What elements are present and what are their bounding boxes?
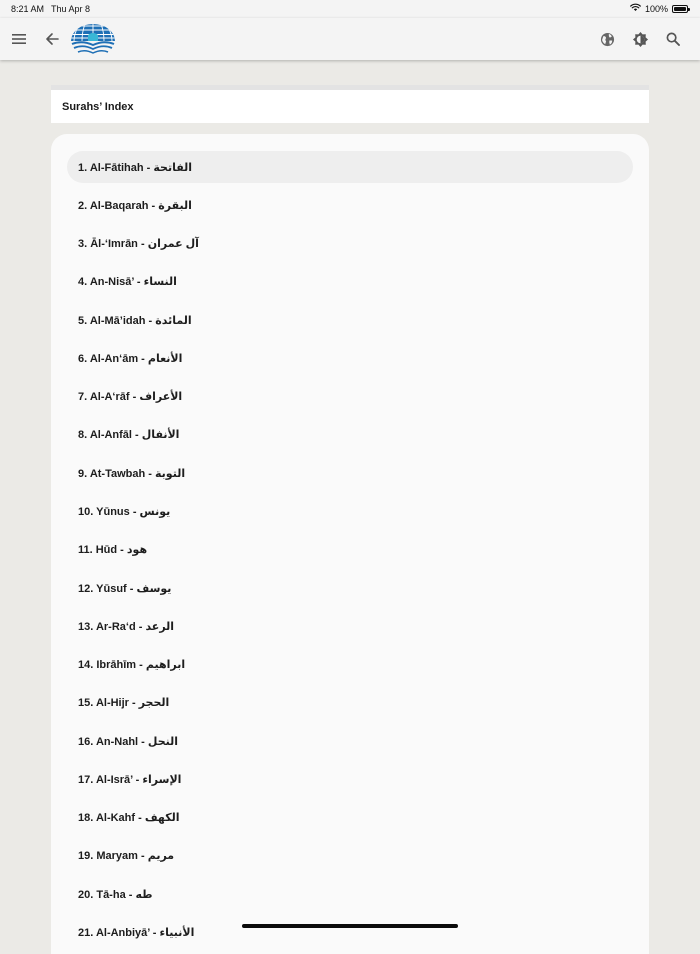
surah-list-item[interactable]: 2. Al-Baqarah - البقرة xyxy=(67,189,633,221)
home-indicator[interactable] xyxy=(242,924,458,928)
globe-icon[interactable] xyxy=(596,28,618,50)
surah-list: 1. Al-Fātihah - الفاتحة 2. Al-Baqarah - ا… xyxy=(51,134,649,954)
surah-index-card: Surahs’ Index xyxy=(51,85,649,123)
status-bar: 8:21 AM Thu Apr 8 100% xyxy=(0,0,700,18)
wifi-icon xyxy=(630,3,641,14)
surah-list-item[interactable]: 3. Āl-‘Imrān - آل عمران xyxy=(67,228,633,260)
surah-list-item[interactable]: 12. Yūsuf - يوسف xyxy=(67,572,633,604)
surah-list-item[interactable]: 4. An-Nisā’ - النساء xyxy=(67,266,633,298)
surah-list-item[interactable]: 11. Hūd - هود xyxy=(67,534,633,566)
battery-percent: 100% xyxy=(644,3,668,14)
surah-list-item[interactable]: 18. Al-Kahf - الكهف xyxy=(67,802,633,834)
surah-list-item[interactable]: 8. Al-Anfāl - الأنفال xyxy=(67,419,633,451)
surah-list-item[interactable]: 20. Tā-ha - طه xyxy=(67,878,633,910)
brightness-icon[interactable] xyxy=(629,28,651,50)
surah-list-item[interactable]: 15. Al-Hijr - الحجر xyxy=(67,687,633,719)
surah-list-item[interactable]: 5. Al-Mā’idah - المائدة xyxy=(67,304,633,336)
status-time: 8:21 AM xyxy=(11,4,45,14)
status-date: Thu Apr 8 xyxy=(51,4,91,14)
surah-list-item[interactable]: 16. An-Nahl - النحل xyxy=(67,725,633,757)
surah-list-item[interactable]: 14. Ibrāhīm - ابراهيم xyxy=(67,649,633,681)
surah-list-item[interactable]: 10. Yūnus - يونس xyxy=(67,495,633,527)
surah-index-title: Surahs’ Index xyxy=(62,101,134,113)
surah-list-item[interactable]: 21. Al-Anbiyā’ - الأنبياء xyxy=(67,916,633,948)
menu-icon[interactable] xyxy=(8,28,30,50)
surah-list-item[interactable]: 6. Al-An‘ām - الأنعام xyxy=(67,342,633,374)
surah-list-item[interactable]: 9. At-Tawbah - التوبة xyxy=(67,457,633,489)
app-logo xyxy=(68,21,118,59)
back-arrow-icon[interactable] xyxy=(41,28,63,50)
surah-list-item[interactable]: 19. Maryam - مريم xyxy=(67,840,633,872)
surah-list-item[interactable]: 1. Al-Fātihah - الفاتحة xyxy=(67,151,633,183)
app-bar xyxy=(0,18,700,60)
surah-list-item[interactable]: 17. Al-Isrā’ - الإسراء xyxy=(67,763,633,795)
surah-list-item[interactable]: 7. Al-A‘rāf - الأعراف xyxy=(67,381,633,413)
battery-icon xyxy=(672,4,690,13)
status-right: 100% xyxy=(630,3,690,14)
surah-list-item[interactable]: 13. Ar-Ra‘d - الرعد xyxy=(67,610,633,642)
search-icon[interactable] xyxy=(662,28,684,50)
